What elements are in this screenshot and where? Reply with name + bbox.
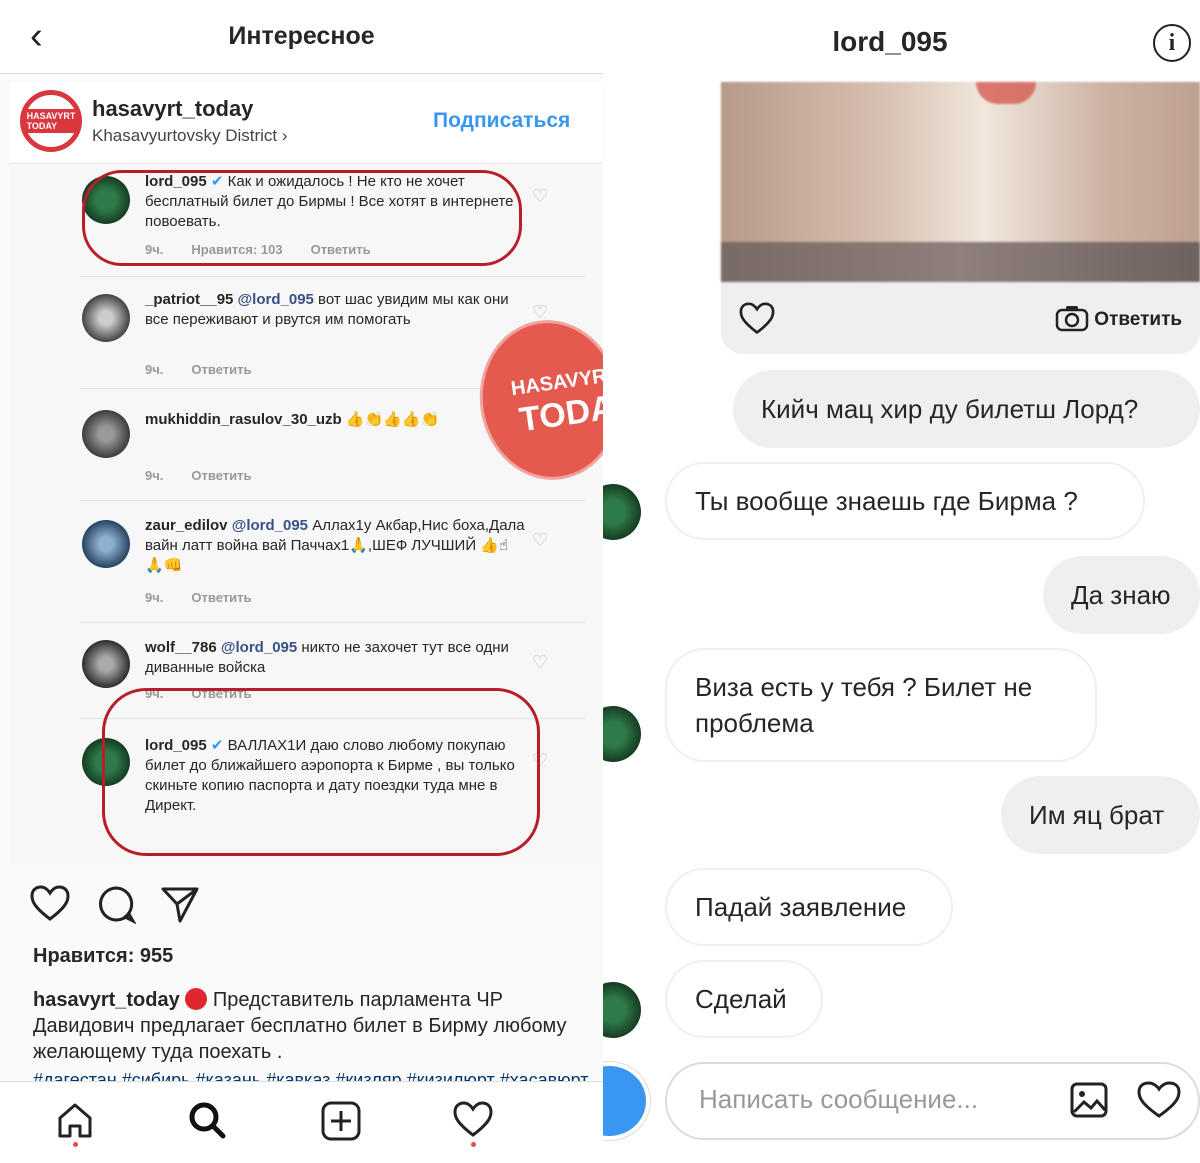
heart-icon[interactable]: ♡	[532, 186, 548, 207]
camera-button[interactable]	[603, 1062, 650, 1140]
avatar[interactable]	[82, 520, 130, 568]
post-author-bar: HASAVYRT TODAY hasavyrt_today Khasavyurt…	[10, 82, 602, 164]
avatar[interactable]	[82, 410, 130, 458]
avatar[interactable]	[603, 706, 641, 762]
heart-icon[interactable]	[1137, 1080, 1181, 1125]
blurred-image	[721, 82, 1200, 282]
add-icon[interactable]	[320, 1100, 362, 1147]
heart-icon[interactable]: ♡	[532, 530, 548, 551]
bottom-nav	[0, 1081, 603, 1163]
comment-meta: 9ч. Ответить	[145, 362, 252, 377]
likes-count[interactable]: Нравится: 955	[33, 945, 173, 968]
post-comments-panel: ‹ Интересное HASAVYRT TODAY hasavyrt_tod…	[0, 0, 603, 1163]
comment-meta: 9ч. Ответить	[145, 590, 252, 605]
divider	[80, 500, 585, 501]
direct-chat-panel: lord_095 i Ответить Кийч мац хир ду биле…	[603, 0, 1200, 1163]
comments-screenshot: lord_095 ✔ Как и ожидалось ! Не кто не х…	[10, 166, 603, 866]
home-icon[interactable]	[55, 1100, 95, 1145]
annotation-circle	[82, 170, 522, 266]
red-circle-icon	[185, 988, 208, 1010]
info-icon[interactable]: i	[1153, 24, 1191, 62]
message-incoming: Ты вообще знаешь где Бирма ?	[665, 462, 1145, 540]
message-outgoing: Кийч мац хир ду билетш Лорд?	[733, 370, 1200, 448]
comment-text: mukhiddin_rasulov_30_uzb 👍👏👍👍👏	[145, 411, 440, 428]
message-incoming: Сделай	[665, 960, 823, 1038]
notification-dot	[471, 1142, 476, 1147]
location[interactable]: Khasavyurtovsky District ›	[92, 126, 288, 146]
message-incoming: Виза есть у тебя ? Билет не проблема	[665, 648, 1097, 762]
chat-header: lord_095 i	[603, 0, 1200, 82]
divider	[80, 388, 480, 389]
divider	[80, 276, 585, 277]
reply-link[interactable]: Ответить	[191, 590, 251, 605]
comment-text: wolf__786 @lord_095 никто не захочет тут…	[145, 639, 509, 676]
comment-icon[interactable]	[96, 884, 137, 929]
avatar-logo-text: HASAVYRT TODAY	[23, 109, 79, 133]
avatar[interactable]	[82, 294, 130, 342]
post-actions	[30, 884, 230, 928]
page-title: Интересное	[228, 22, 375, 50]
heart-icon[interactable]	[453, 1100, 493, 1145]
reply-button[interactable]: Ответить	[1055, 304, 1182, 332]
chat-title[interactable]: lord_095	[603, 26, 1177, 58]
shared-media-message[interactable]: Ответить	[721, 82, 1200, 354]
notification-dot	[73, 1142, 78, 1147]
message-composer[interactable]: Написать сообщение...	[665, 1062, 1200, 1140]
follow-button[interactable]: Подписаться	[433, 109, 570, 133]
heart-icon[interactable]	[30, 884, 70, 929]
divider	[80, 622, 585, 623]
comment-text: zaur_edilov @lord_095 Аллах1у Акбар,Нис …	[145, 517, 525, 574]
avatar[interactable]	[603, 484, 641, 540]
message-input[interactable]: Написать сообщение...	[699, 1084, 978, 1115]
avatar[interactable]	[603, 982, 641, 1038]
message-outgoing: Им яц брат	[1001, 776, 1200, 854]
share-icon[interactable]	[160, 884, 200, 929]
message-incoming: Падай заявление	[665, 868, 953, 946]
hashtags[interactable]: #дагестан #сибирь #казань #кавказ #кизля…	[33, 1067, 603, 1081]
top-bar: ‹ Интересное	[0, 0, 603, 74]
comment-text: _patriot__95 @lord_095 вот шас увидим мы…	[145, 291, 509, 328]
avatar[interactable]: HASAVYRT TODAY	[20, 90, 82, 152]
search-icon[interactable]	[187, 1100, 227, 1145]
account-name[interactable]: hasavyrt_today	[92, 96, 253, 122]
comment-item: zaur_edilov @lord_095 Аллах1у Акбар,Нис …	[10, 516, 602, 616]
reply-link[interactable]: Ответить	[191, 468, 251, 483]
avatar[interactable]	[82, 640, 130, 688]
heart-icon[interactable]: ♡	[532, 652, 548, 673]
message-outgoing: Да знаю	[1043, 556, 1200, 634]
comment-meta: 9ч. Ответить	[145, 468, 252, 483]
post-caption: hasavyrt_today Представитель парламента …	[33, 988, 567, 1063]
reply-link[interactable]: Ответить	[191, 362, 251, 377]
heart-icon[interactable]	[739, 302, 775, 344]
annotation-circle	[102, 688, 540, 856]
gallery-icon[interactable]	[1069, 1080, 1109, 1125]
